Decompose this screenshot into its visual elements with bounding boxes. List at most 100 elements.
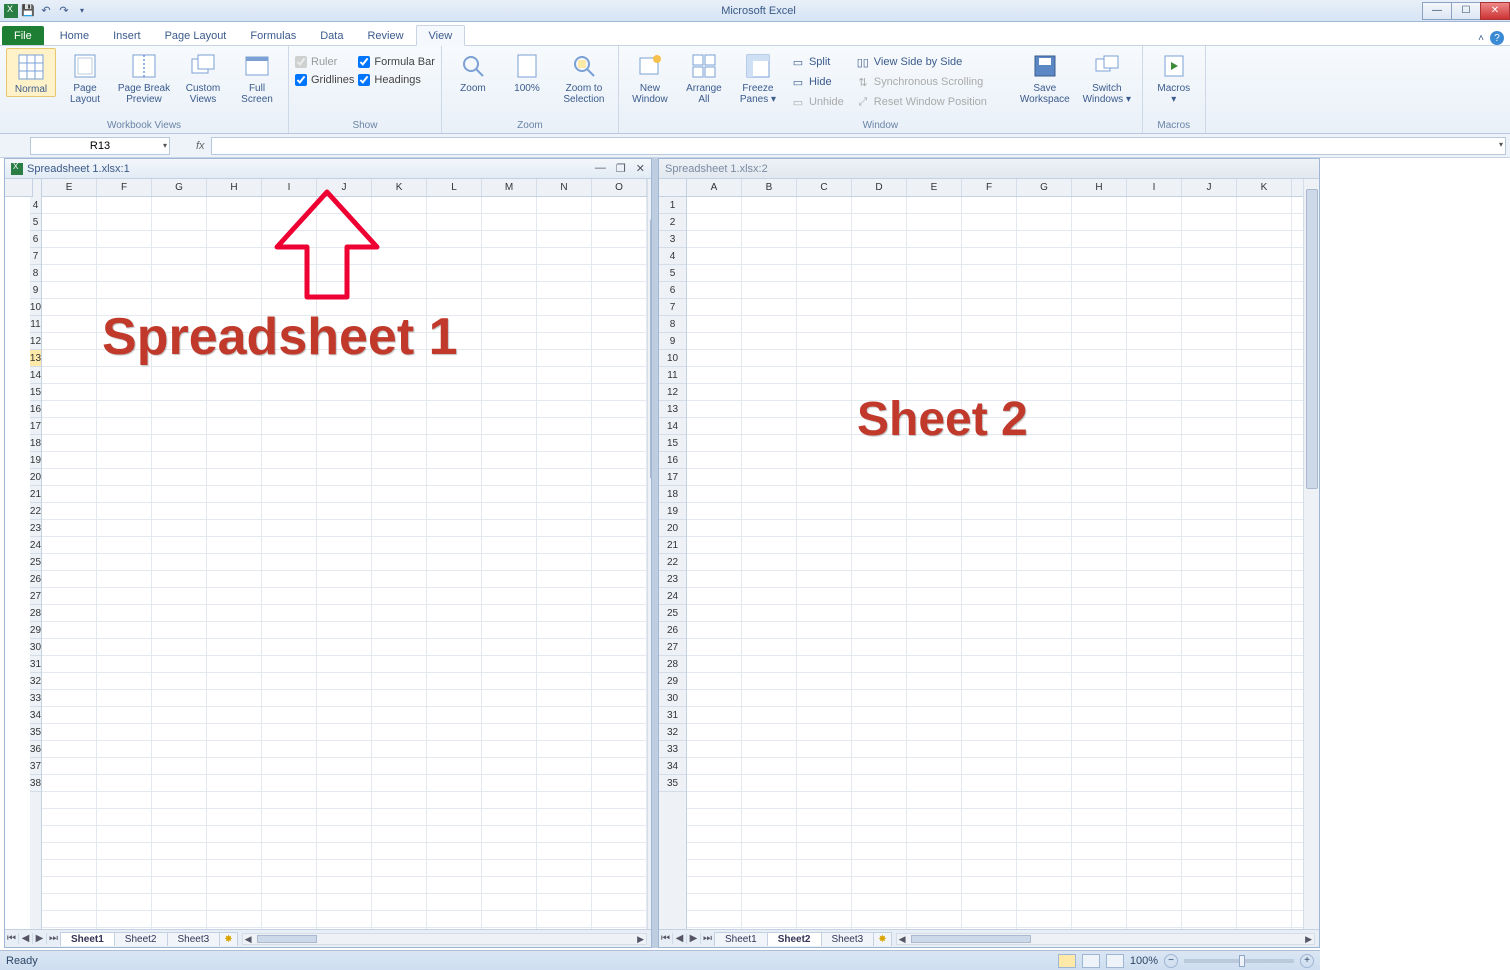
tab-file[interactable]: File bbox=[2, 26, 44, 45]
chevron-down-icon[interactable]: ▾ bbox=[163, 141, 167, 150]
view-side-by-side-button[interactable]: ▯▯View Side by Side bbox=[852, 52, 1012, 72]
row-header[interactable]: 11 bbox=[659, 367, 686, 384]
row-header[interactable]: 14 bbox=[30, 367, 41, 384]
row-header[interactable]: 26 bbox=[30, 571, 41, 588]
maximize-button[interactable]: ☐ bbox=[1451, 2, 1481, 20]
column-headers-left[interactable]: EFGHIJKLMNO bbox=[42, 179, 647, 197]
help-icon[interactable]: ? bbox=[1490, 31, 1504, 45]
row-header[interactable]: 28 bbox=[659, 656, 686, 673]
macros-button[interactable]: Macros ▾ bbox=[1149, 48, 1199, 106]
col-header[interactable]: M bbox=[482, 179, 537, 196]
sheet-tab-1[interactable]: Sheet1 bbox=[60, 932, 115, 946]
row-header[interactable]: 31 bbox=[30, 656, 41, 673]
row-header[interactable]: 32 bbox=[30, 673, 41, 690]
row-header[interactable]: 5 bbox=[659, 265, 686, 282]
row-header[interactable]: 34 bbox=[659, 758, 686, 775]
row-header[interactable]: 4 bbox=[30, 197, 41, 214]
minimize-button[interactable]: — bbox=[1422, 2, 1452, 20]
full-screen-button[interactable]: Full Screen bbox=[232, 48, 282, 106]
row-header[interactable]: 15 bbox=[659, 435, 686, 452]
zoom-slider[interactable] bbox=[1184, 959, 1294, 963]
sheet-tab-r1[interactable]: Sheet1 bbox=[714, 932, 768, 946]
row-header[interactable]: 28 bbox=[30, 605, 41, 622]
row-header[interactable]: 8 bbox=[30, 265, 41, 282]
zoom-button[interactable]: Zoom bbox=[448, 48, 498, 95]
sheet-tab-2[interactable]: Sheet2 bbox=[114, 932, 168, 946]
new-window-button[interactable]: New Window bbox=[625, 48, 675, 106]
col-header[interactable]: K bbox=[372, 179, 427, 196]
row-header[interactable]: 6 bbox=[659, 282, 686, 299]
fx-label[interactable]: fx bbox=[196, 140, 205, 152]
row-header[interactable]: 4 bbox=[659, 248, 686, 265]
col-header[interactable]: I bbox=[1127, 179, 1182, 196]
pane-restore-icon[interactable]: ❐ bbox=[616, 162, 626, 175]
row-header[interactable]: 29 bbox=[659, 673, 686, 690]
tab-review[interactable]: Review bbox=[355, 26, 415, 45]
row-header[interactable]: 7 bbox=[659, 299, 686, 316]
pane-left-title[interactable]: Spreadsheet 1.xlsx:1 — ❐ ✕ bbox=[5, 159, 651, 179]
qat-dropdown-icon[interactable]: ▾ bbox=[74, 3, 90, 19]
row-header[interactable]: 20 bbox=[659, 520, 686, 537]
tab-nav-left[interactable]: ⏮◀▶⏭ bbox=[5, 933, 61, 944]
select-all-corner[interactable] bbox=[5, 179, 33, 197]
row-header[interactable]: 29 bbox=[30, 622, 41, 639]
row-header[interactable]: 8 bbox=[659, 316, 686, 333]
row-header[interactable]: 33 bbox=[30, 690, 41, 707]
freeze-panes-button[interactable]: Freeze Panes ▾ bbox=[733, 48, 783, 106]
row-header[interactable]: 34 bbox=[30, 707, 41, 724]
row-header[interactable]: 35 bbox=[30, 724, 41, 741]
col-header[interactable]: J bbox=[1182, 179, 1237, 196]
name-box[interactable]: R13 ▾ bbox=[30, 137, 170, 155]
insert-sheet-icon-right[interactable]: ✸ bbox=[873, 932, 891, 946]
tab-data[interactable]: Data bbox=[308, 26, 355, 45]
col-header[interactable]: E bbox=[907, 179, 962, 196]
split-button[interactable]: ▭Split bbox=[787, 52, 848, 72]
tab-insert[interactable]: Insert bbox=[101, 26, 153, 45]
page-break-view-icon[interactable] bbox=[1106, 954, 1124, 968]
gridlines-checkbox[interactable]: Gridlines bbox=[295, 74, 354, 86]
custom-views-button[interactable]: Custom Views bbox=[178, 48, 228, 106]
row-header[interactable]: 27 bbox=[30, 588, 41, 605]
row-header[interactable]: 13 bbox=[30, 350, 41, 367]
col-header[interactable]: C bbox=[797, 179, 852, 196]
arrange-all-button[interactable]: Arrange All bbox=[679, 48, 729, 106]
zoom-100-button[interactable]: 100% bbox=[502, 48, 552, 95]
expand-formula-icon[interactable]: ▾ bbox=[1499, 140, 1503, 149]
hscroll-right[interactable]: ◀▶ bbox=[896, 933, 1315, 945]
col-header[interactable]: L bbox=[427, 179, 482, 196]
row-header[interactable]: 9 bbox=[30, 282, 41, 299]
col-header[interactable]: A bbox=[687, 179, 742, 196]
normal-view-button[interactable]: Normal bbox=[6, 48, 56, 97]
page-layout-button[interactable]: Page Layout bbox=[60, 48, 110, 106]
row-header[interactable]: 2 bbox=[659, 214, 686, 231]
col-header[interactable]: J bbox=[317, 179, 372, 196]
row-header[interactable]: 33 bbox=[659, 741, 686, 758]
col-header[interactable]: G bbox=[1017, 179, 1072, 196]
row-header[interactable]: 14 bbox=[659, 418, 686, 435]
row-header[interactable]: 17 bbox=[30, 418, 41, 435]
row-header[interactable]: 15 bbox=[30, 384, 41, 401]
insert-sheet-icon[interactable]: ✸ bbox=[219, 932, 237, 946]
cells-right[interactable]: Sheet 2 bbox=[687, 197, 1303, 929]
hscroll-left[interactable]: ◀▶ bbox=[242, 933, 647, 945]
row-header[interactable]: 16 bbox=[659, 452, 686, 469]
row-header[interactable]: 21 bbox=[659, 537, 686, 554]
grid-right[interactable]: 1234567891011121314151617181920212223242… bbox=[659, 179, 1319, 929]
row-header[interactable]: 30 bbox=[30, 639, 41, 656]
headings-checkbox[interactable]: Headings bbox=[358, 74, 435, 86]
row-header[interactable]: 22 bbox=[30, 503, 41, 520]
row-header[interactable]: 32 bbox=[659, 724, 686, 741]
row-header[interactable]: 25 bbox=[659, 605, 686, 622]
row-header[interactable]: 35 bbox=[659, 775, 686, 792]
row-header[interactable]: 24 bbox=[659, 588, 686, 605]
row-header[interactable]: 10 bbox=[30, 299, 41, 316]
tab-formulas[interactable]: Formulas bbox=[238, 26, 308, 45]
row-header[interactable]: 23 bbox=[30, 520, 41, 537]
row-headers-right[interactable]: 1234567891011121314151617181920212223242… bbox=[659, 179, 687, 929]
sheet-tab-r3[interactable]: Sheet3 bbox=[821, 932, 875, 946]
row-header[interactable]: 7 bbox=[30, 248, 41, 265]
zoom-in-button[interactable]: + bbox=[1300, 954, 1314, 968]
hide-button[interactable]: ▭Hide bbox=[787, 72, 848, 92]
tab-view[interactable]: View bbox=[416, 25, 466, 46]
row-header[interactable]: 36 bbox=[30, 741, 41, 758]
